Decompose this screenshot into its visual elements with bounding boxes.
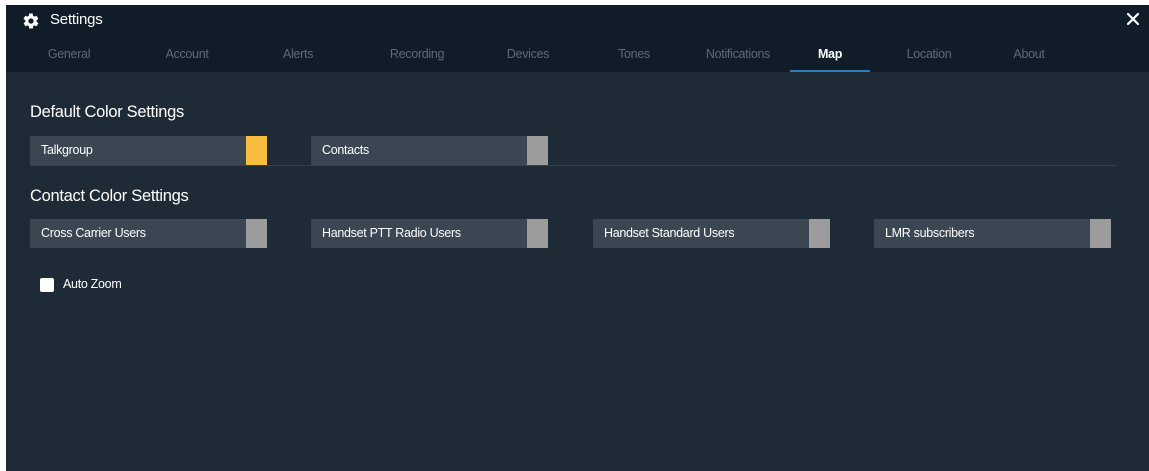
tab-account[interactable]: Account: [152, 45, 222, 70]
contacts-color-swatch[interactable]: [527, 136, 548, 165]
lmr-subscribers-label: LMR subscribers: [885, 226, 975, 240]
talkgroup-color-row: Talkgroup: [30, 136, 267, 165]
auto-zoom-checkbox[interactable]: [40, 278, 54, 292]
contact-color-settings-heading: Contact Color Settings: [30, 187, 189, 205]
talkgroup-label: Talkgroup: [41, 143, 93, 157]
tab-location[interactable]: Location: [894, 45, 964, 70]
tab-alerts[interactable]: Alerts: [270, 45, 326, 70]
handset-ptt-radio-users-color-swatch[interactable]: [527, 219, 548, 248]
lmr-subscribers-color-swatch[interactable]: [1090, 219, 1111, 248]
lmr-subscribers-color-row: LMR subscribers: [874, 219, 1111, 248]
tab-about[interactable]: About: [1002, 45, 1056, 70]
handset-standard-users-color-swatch[interactable]: [809, 219, 830, 248]
tab-map[interactable]: Map: [790, 45, 870, 72]
handset-ptt-radio-users-color-row: Handset PTT Radio Users: [311, 219, 548, 248]
cross-carrier-users-color-row: Cross Carrier Users: [30, 219, 267, 248]
handset-ptt-radio-users-label: Handset PTT Radio Users: [322, 226, 461, 240]
talkgroup-color-swatch[interactable]: [246, 136, 267, 165]
default-color-settings-heading: Default Color Settings: [30, 103, 184, 121]
handset-standard-users-color-row: Handset Standard Users: [593, 219, 830, 248]
tab-devices[interactable]: Devices: [496, 45, 560, 70]
handset-standard-users-label: Handset Standard Users: [604, 226, 735, 240]
settings-window: Settings General Account Alerts Recordin…: [6, 5, 1149, 471]
section-divider: [30, 165, 1116, 166]
close-icon[interactable]: [1124, 10, 1142, 28]
settings-tabs: General Account Alerts Recording Devices…: [6, 45, 1149, 72]
tab-recording[interactable]: Recording: [374, 45, 460, 70]
contacts-color-row: Contacts: [311, 136, 548, 165]
tab-tones[interactable]: Tones: [608, 45, 660, 70]
contacts-label: Contacts: [322, 143, 369, 157]
title-bar: Settings General Account Alerts Recordin…: [6, 5, 1149, 72]
cross-carrier-users-color-swatch[interactable]: [246, 219, 267, 248]
cross-carrier-users-label: Cross Carrier Users: [41, 226, 146, 240]
window-title: Settings: [50, 11, 103, 28]
auto-zoom-label: Auto Zoom: [63, 277, 122, 291]
tab-general[interactable]: General: [32, 45, 106, 70]
gear-icon: [23, 13, 39, 29]
tab-notifications[interactable]: Notifications: [688, 45, 788, 70]
